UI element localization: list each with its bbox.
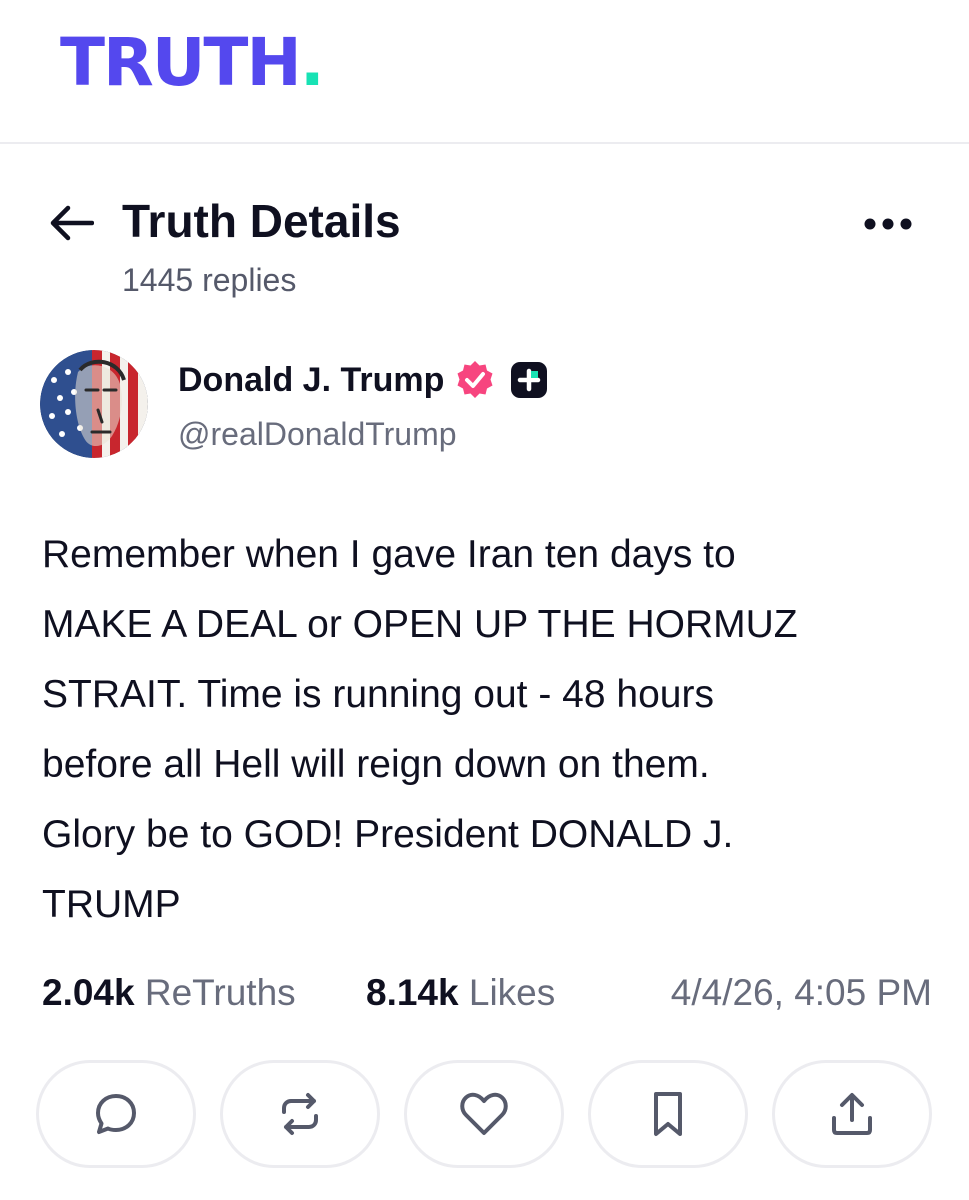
more-options-button[interactable] (856, 202, 920, 246)
page-title: Truth Details (122, 195, 401, 247)
likes-label: Likes (468, 972, 556, 1013)
author-handle[interactable]: @realDonaldTrump (178, 414, 457, 454)
like-button[interactable] (404, 1060, 564, 1168)
like-icon (460, 1092, 508, 1135)
plus-badge-icon (510, 361, 548, 399)
share-icon (832, 1093, 872, 1135)
retruth-icon (282, 1093, 318, 1135)
likes-count: 8.14k (366, 972, 459, 1013)
reply-icon (96, 1094, 136, 1134)
verified-badge-icon (454, 359, 496, 401)
action-bar (36, 1060, 934, 1172)
display-name-row: Donald J. Trump (178, 358, 548, 402)
avatar[interactable] (40, 350, 148, 458)
logo-dot: . (299, 24, 325, 101)
truth-logo[interactable]: TRUTH. (60, 30, 325, 96)
post-text: Remember when I gave Iran ten days to MA… (42, 533, 798, 926)
share-button[interactable] (772, 1060, 932, 1168)
truth-details-page: TRUTH. Truth Details 1445 replies Donald… (0, 0, 969, 1200)
brand-bar: TRUTH. (0, 0, 969, 144)
arrow-left-icon (50, 205, 94, 241)
bookmark-button[interactable] (588, 1060, 748, 1168)
back-button[interactable] (44, 196, 98, 250)
retruths-stat[interactable]: 2.04k ReTruths (42, 968, 296, 1018)
page-header: Truth Details 1445 replies (0, 180, 969, 310)
reply-button[interactable] (36, 1060, 196, 1168)
flag-portrait-avatar (40, 350, 148, 458)
retruths-count: 2.04k (42, 972, 135, 1013)
replies-count: 1445 replies (122, 262, 297, 298)
post-author: Donald J. Trump @realDonaldTrump (0, 348, 969, 460)
post-timestamp: 4/4/26, 4:05 PM (670, 972, 932, 1013)
bookmark-icon (654, 1092, 682, 1136)
display-name[interactable]: Donald J. Trump (178, 358, 444, 402)
retruth-button[interactable] (220, 1060, 380, 1168)
likes-stat[interactable]: 8.14k Likes (366, 968, 555, 1018)
retruths-label: ReTruths (144, 972, 296, 1013)
more-horizontal-icon (864, 218, 912, 230)
post-stats: 2.04k ReTruths 8.14k Likes 4/4/26, 4:05 … (42, 968, 932, 1018)
logo-text: TRUTH (60, 24, 302, 101)
